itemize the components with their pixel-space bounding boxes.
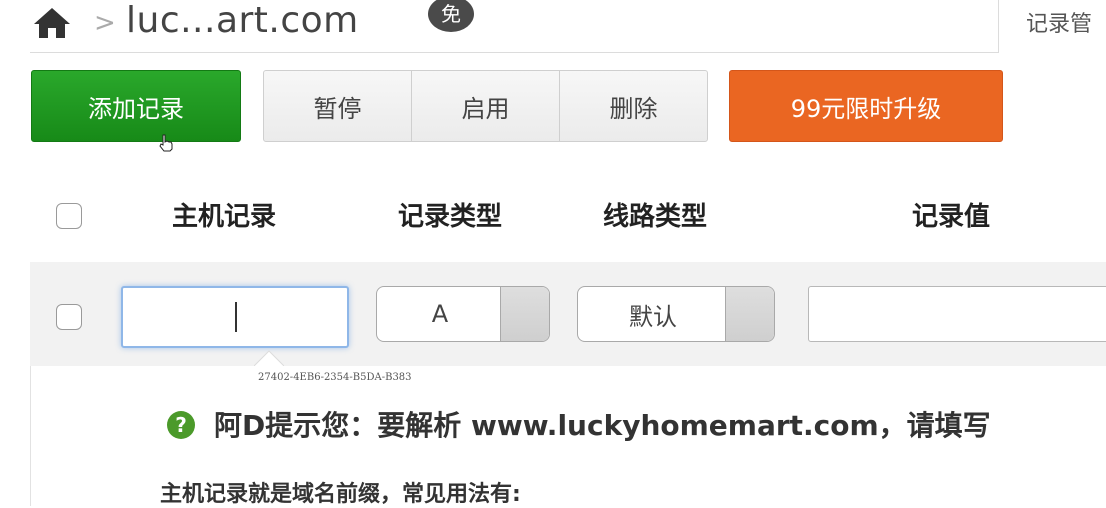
line-type-dropdown-button[interactable] <box>725 287 774 341</box>
record-management-link[interactable]: 记录管 <box>1026 6 1092 38</box>
delete-button[interactable]: 删除 <box>560 71 707 141</box>
line-type-select[interactable]: 默认 <box>577 286 775 342</box>
header-record-value: 记录值 <box>912 202 991 232</box>
header-record-type: 记录类型 <box>398 202 503 232</box>
tip-headline: 阿D提示您：要解析 www.luckyhomemart.com，请填写 <box>214 409 991 442</box>
help-icon: ? <box>167 411 195 439</box>
host-record-input[interactable] <box>121 286 349 348</box>
breadcrumb-separator-icon: > <box>94 8 116 38</box>
enable-button[interactable]: 启用 <box>412 71 560 141</box>
record-type-select[interactable]: A <box>376 286 550 342</box>
record-type-value: A <box>431 300 449 328</box>
tip-subline: 主机记录就是域名前缀，常见用法有: <box>160 482 521 507</box>
tip-pointer <box>254 350 284 368</box>
upgrade-button[interactable]: 99元限时升级 <box>729 70 1003 142</box>
serial-code: 27402-4EB6-2354-B5DA-B383 <box>258 372 412 383</box>
svg-text:?: ? <box>175 413 187 437</box>
pointer-cursor-icon <box>159 134 173 152</box>
header-host-record: 主机记录 <box>172 202 277 232</box>
breadcrumb-domain[interactable]: luc...art.com <box>126 0 359 42</box>
row-checkbox[interactable] <box>56 304 82 330</box>
record-value-input[interactable] <box>808 286 1106 342</box>
text-caret <box>235 302 237 332</box>
line-type-value: 默认 <box>629 302 677 331</box>
add-record-button[interactable]: 添加记录 <box>31 70 241 142</box>
record-action-group: 暂停 启用 删除 <box>263 70 708 142</box>
select-all-checkbox[interactable] <box>56 203 82 229</box>
home-icon[interactable] <box>32 6 72 40</box>
pause-button[interactable]: 暂停 <box>264 71 412 141</box>
header-line-type: 线路类型 <box>603 202 708 232</box>
record-type-dropdown-button[interactable] <box>500 287 549 341</box>
